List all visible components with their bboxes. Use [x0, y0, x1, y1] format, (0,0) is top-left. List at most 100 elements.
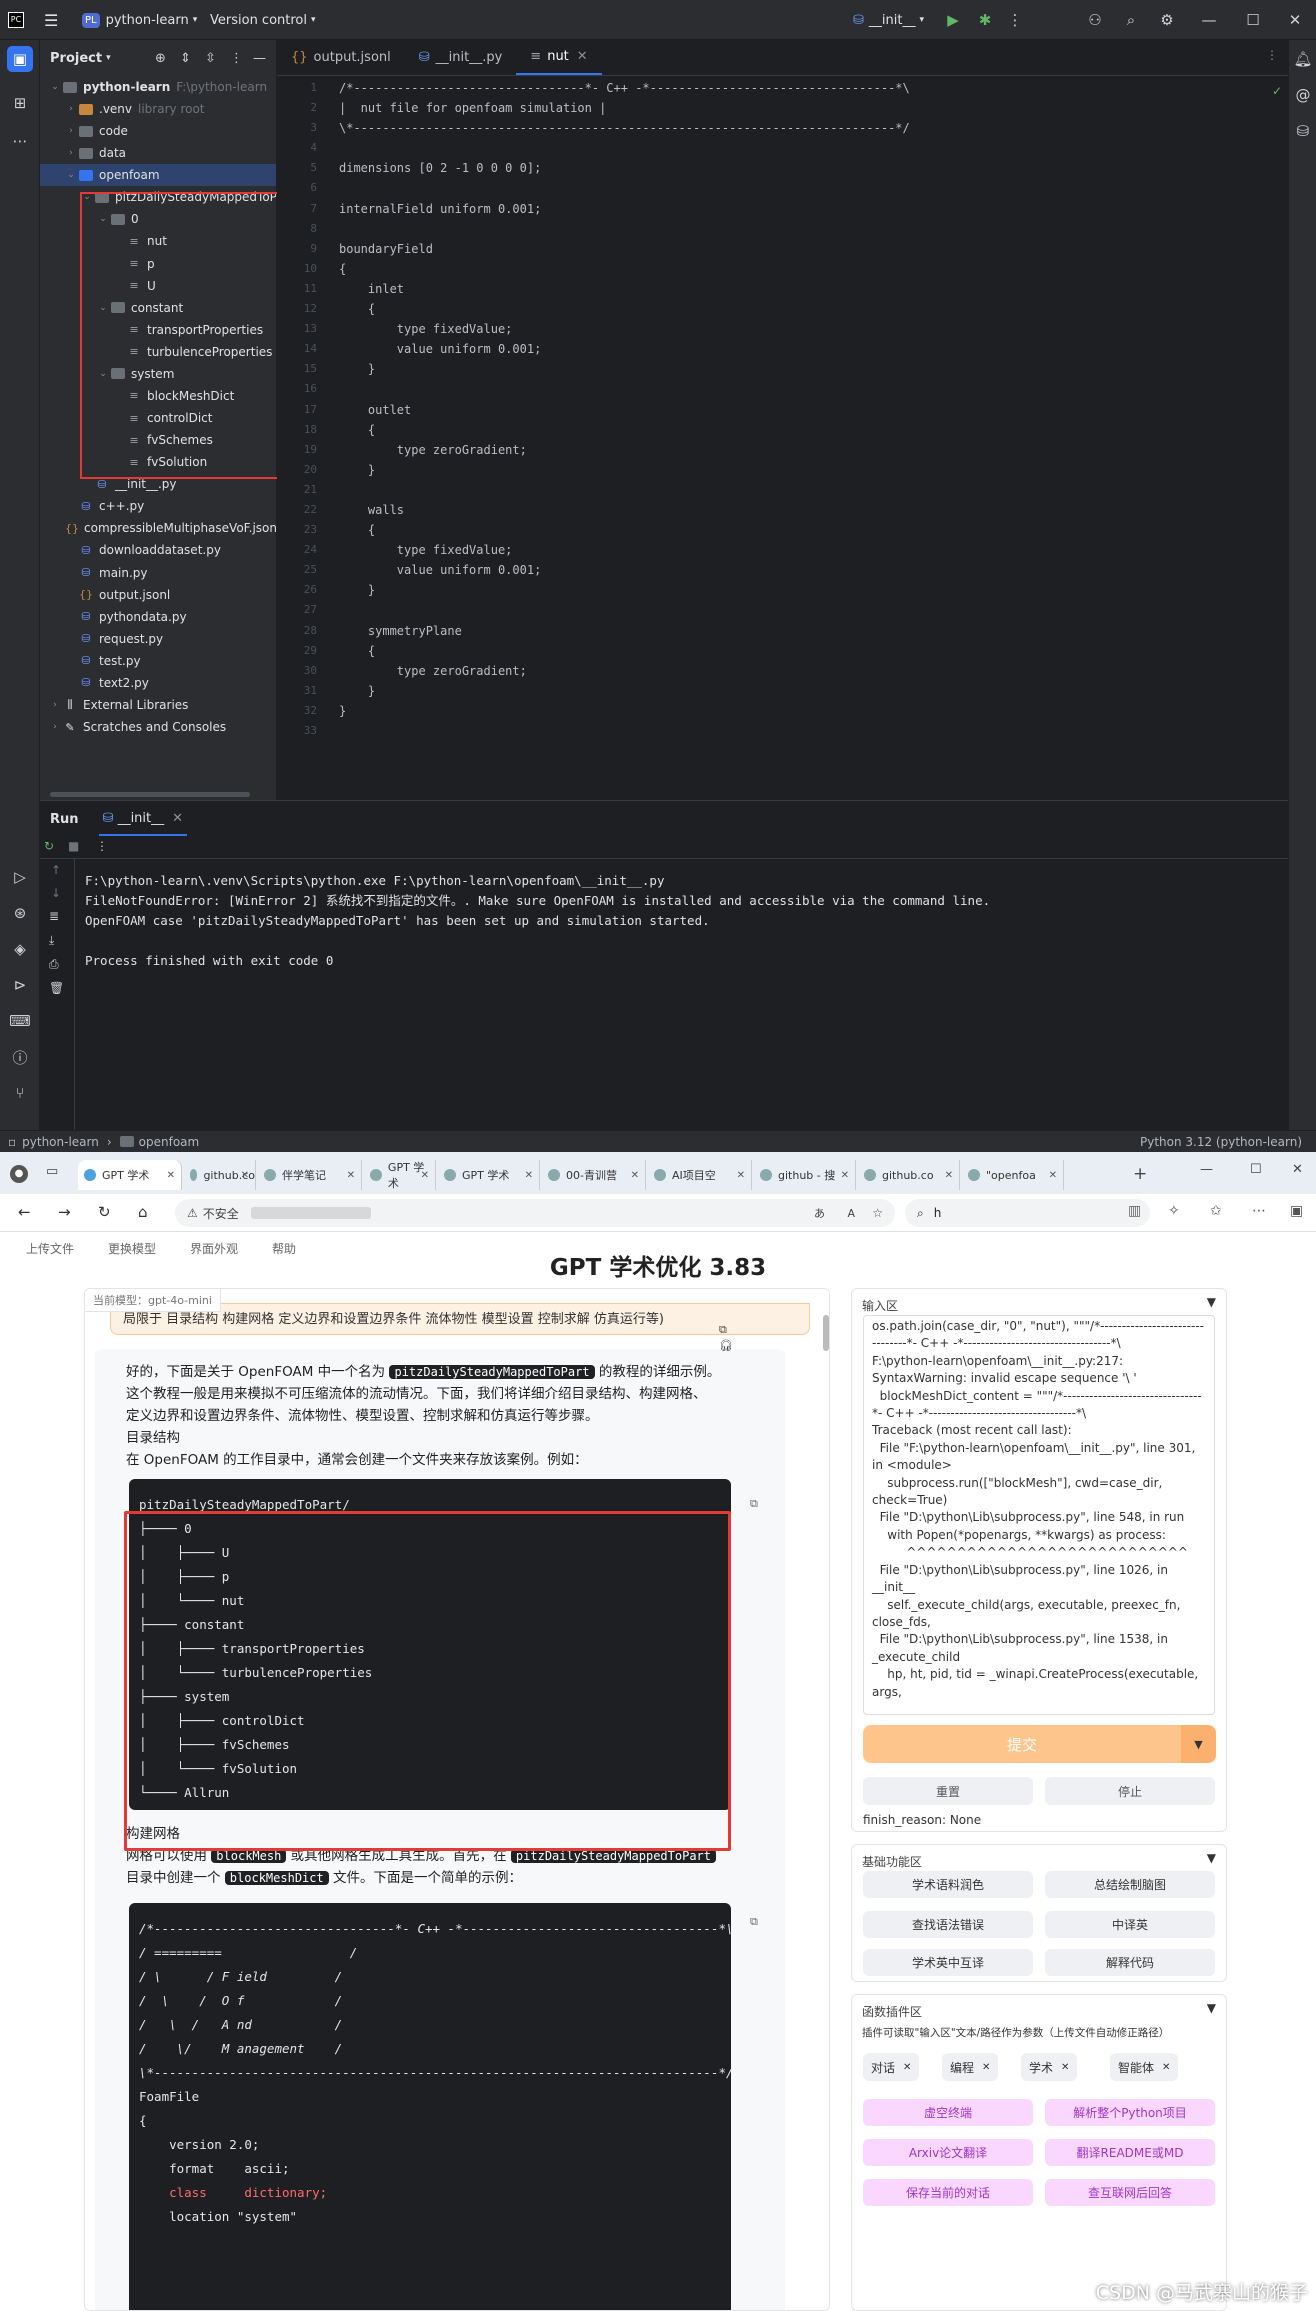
tree-item[interactable]: {} compressibleMultiphaseVoF.json — [40, 517, 276, 539]
tab-actions-icon[interactable]: ▭ — [46, 1164, 58, 1179]
notifications-icon[interactable]: 🔔︎ — [1290, 46, 1316, 72]
submit-dropdown-icon[interactable]: ▼ — [1181, 1725, 1216, 1763]
close-tab-icon[interactable]: ✕ — [841, 1170, 849, 1181]
code-line[interactable]: inlet — [339, 279, 910, 299]
new-tab-icon[interactable]: + — [1133, 1164, 1147, 1184]
tree-item[interactable]: › .venv library root — [40, 98, 276, 120]
plugin-button[interactable]: 翻译README或MD — [1045, 2139, 1215, 2166]
code-line[interactable]: } — [339, 359, 910, 379]
code-line[interactable]: { — [339, 259, 910, 279]
structure-tool-icon[interactable]: ⊞ — [7, 90, 33, 116]
profile-avatar[interactable]: ● — [10, 1165, 28, 1183]
python-packages-icon[interactable]: ⊛ — [7, 900, 33, 926]
python-interpreter[interactable]: Python 3.12 (python-learn) — [1140, 1135, 1302, 1149]
close-tab-icon[interactable]: ✕ — [945, 1170, 953, 1181]
plugin-chip[interactable]: 学术 ✕ — [1021, 2053, 1078, 2081]
basic-button[interactable]: 中译英 — [1045, 1911, 1215, 1938]
close-icon[interactable]: ✕ — [1282, 7, 1308, 33]
project-switcher[interactable]: PL python-learn ▾ — [82, 0, 197, 40]
browser-tab[interactable]: GPT 学术 ✕ — [438, 1160, 540, 1190]
plugin-chip[interactable]: 编程 ✕ — [942, 2053, 999, 2081]
close-icon[interactable]: ✕ — [982, 2062, 990, 2073]
chevron-right-icon[interactable]: › — [64, 104, 78, 114]
copy-icon[interactable]: ⧉ — [750, 1497, 758, 1511]
code-line[interactable]: walls — [339, 500, 910, 520]
plugin-button[interactable]: 解析整个Python项目 — [1045, 2099, 1215, 2126]
settings-more-icon[interactable]: ⋯ — [1252, 1203, 1266, 1219]
minimize-icon[interactable]: — — [1200, 1162, 1213, 1177]
close-icon[interactable]: ✕ — [1162, 2062, 1170, 2073]
tree-item[interactable]: {} output.jsonl — [40, 584, 276, 606]
tree-item[interactable]: ⛁ request.py — [40, 628, 276, 650]
more-icon[interactable]: ⋮ — [96, 839, 108, 853]
copy-icon[interactable]: ⧉ — [750, 1915, 758, 1929]
tab-output-jsonl[interactable]: {} output.jsonl — [277, 39, 405, 75]
more-icon[interactable]: ⋮ — [1002, 7, 1028, 33]
close-tab-icon[interactable]: ✕ — [577, 49, 588, 64]
plugin-button[interactable]: 保存当前的对话 — [863, 2179, 1033, 2206]
basic-button[interactable]: 总结绘制脑图 — [1045, 1871, 1215, 1898]
plugin-button[interactable]: Arxiv论文翻译 — [863, 2139, 1033, 2166]
code-line[interactable]: { — [339, 420, 910, 440]
plugin-chip[interactable]: 对话 ✕ — [863, 2053, 920, 2081]
favorites-icon[interactable]: ✩ — [1210, 1203, 1222, 1219]
browser-tab[interactable]: github - 搜 ✕ — [754, 1160, 856, 1190]
browser-tab[interactable]: GPT 学术 ✕ — [364, 1160, 436, 1190]
run-config-tab[interactable]: ⛁ __init__ ✕ — [98, 802, 188, 836]
git-icon[interactable]: ⑂ — [7, 1080, 33, 1106]
code-line[interactable]: type fixedValue; — [339, 540, 910, 560]
vcs-menu[interactable]: Version control ▾ — [210, 0, 316, 40]
options-icon[interactable]: ⋮ — [230, 51, 243, 66]
close-tab-icon[interactable]: ✕ — [172, 811, 183, 826]
tree-item[interactable]: ⛁ downloaddataset.py — [40, 539, 276, 561]
code-line[interactable]: type fixedValue; — [339, 319, 910, 339]
code-line[interactable]: \*--------------------------------------… — [339, 118, 910, 138]
expand-all-icon[interactable]: ⇕ — [180, 51, 191, 66]
inspection-ok-icon[interactable]: ✓ — [1272, 84, 1282, 98]
tree-item[interactable]: ⛁ text2.py — [40, 672, 276, 694]
code-line[interactable]: } — [339, 580, 910, 600]
code-line[interactable]: value uniform 0.001; — [339, 339, 910, 359]
horizontal-scrollbar[interactable] — [50, 792, 250, 797]
read-aloud-icon[interactable]: A — [847, 1207, 855, 1220]
close-tab-icon[interactable]: ✕ — [167, 1170, 175, 1181]
print-icon[interactable]: ⎙ — [49, 957, 59, 972]
code-line[interactable] — [339, 178, 910, 198]
code-line[interactable]: { — [339, 299, 910, 319]
project-panel-title[interactable]: Project — [50, 51, 102, 66]
soft-wrap-icon[interactable]: ≣ — [49, 909, 59, 923]
tree-item[interactable]: ⛁ pythondata.py — [40, 606, 276, 628]
code-line[interactable] — [339, 480, 910, 500]
close-tab-icon[interactable]: ✕ — [1049, 1170, 1057, 1181]
code-line[interactable]: { — [339, 641, 910, 661]
close-tab-icon[interactable]: ✕ — [737, 1170, 745, 1181]
stop-button[interactable]: 停止 — [1045, 1777, 1215, 1805]
tree-item[interactable]: › ✎ Scratches and Consoles — [40, 716, 276, 738]
plugin-button[interactable]: 虚空终端 — [863, 2099, 1033, 2126]
close-icon[interactable]: ✕ — [903, 2062, 911, 2073]
search-icon[interactable]: ⌕ — [1118, 7, 1144, 33]
code-line[interactable]: symmetryPlane — [339, 621, 910, 641]
translate-icon[interactable]: あ — [814, 1205, 825, 1221]
code-line[interactable]: value uniform 0.001; — [339, 560, 910, 580]
services-icon[interactable]: ⊳ — [7, 972, 33, 998]
basic-button[interactable]: 学术英中互译 — [863, 1949, 1033, 1976]
chevron-down-icon[interactable]: ⌄ — [48, 82, 62, 92]
chevron-right-icon[interactable]: › — [48, 722, 62, 732]
chevron-right-icon[interactable]: › — [64, 148, 78, 158]
split-screen-icon[interactable]: ▥ — [1128, 1203, 1141, 1219]
favorite-star-icon[interactable]: ☆ — [872, 1206, 883, 1220]
chevron-down-icon[interactable]: ⌄ — [64, 170, 78, 180]
close-icon[interactable]: ✕ — [1061, 2062, 1069, 2073]
database-icon[interactable]: ⛁ — [1290, 118, 1316, 144]
collapse-all-icon[interactable]: ⇳ — [205, 51, 216, 66]
tree-item[interactable]: ⛁ c++.py — [40, 495, 276, 517]
add-user-icon[interactable]: ⚇ — [1082, 7, 1108, 33]
run-icon[interactable]: ▶ — [940, 7, 966, 33]
scroll-up-icon[interactable]: ↑ — [51, 863, 61, 877]
code-line[interactable]: boundaryField — [339, 239, 910, 259]
close-tab-icon[interactable]: ✕ — [631, 1170, 639, 1181]
trash-icon[interactable]: 🗑︎ — [49, 981, 64, 995]
collapse-triangle-icon[interactable]: ▼ — [1207, 2001, 1216, 2015]
blockmesh-code-block[interactable]: /*--------------------------------*- C++… — [129, 1903, 731, 2310]
